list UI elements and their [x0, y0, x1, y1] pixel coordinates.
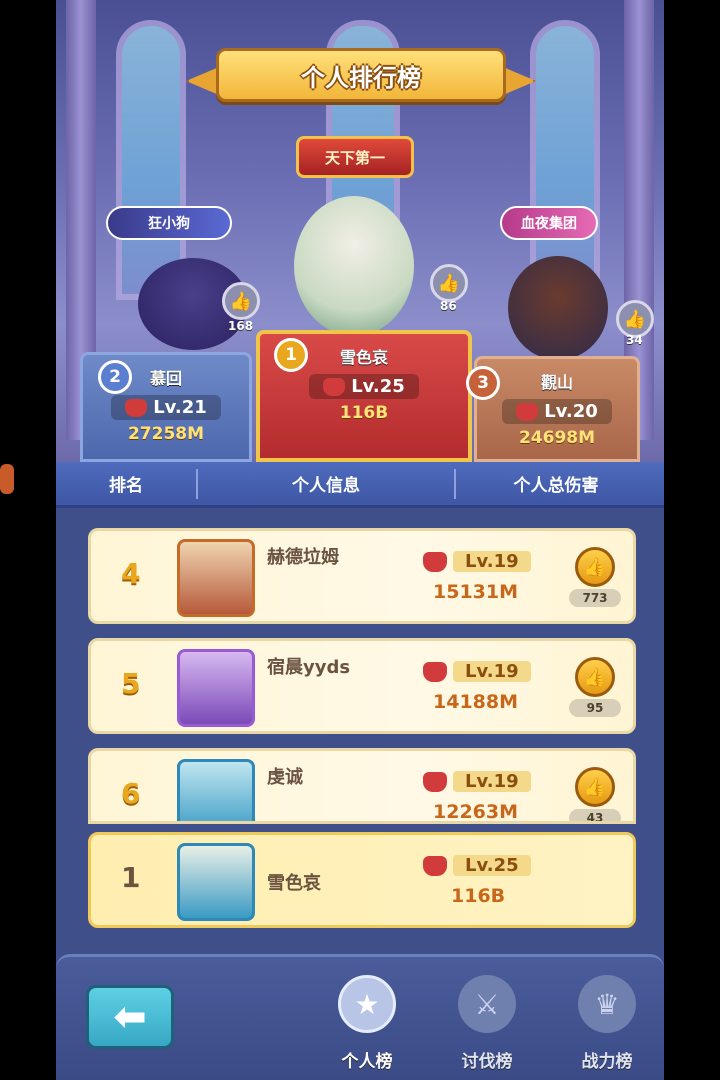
rank-badge: 1: [274, 338, 308, 372]
like-count: 34: [626, 333, 643, 347]
tab-label: 讨伐榜: [461, 1052, 513, 1072]
player-name: 雪色哀: [267, 873, 321, 894]
rank1-character[interactable]: [294, 196, 414, 336]
podium-hall: 个人排行榜 天下第一 狂小狗 血夜集团 👍 168 👍 86 👍 34 慕回 L…: [56, 0, 664, 462]
rank-number: 1: [121, 861, 141, 894]
rank-badge: 3: [466, 366, 500, 400]
guild-tag: 狂小狗: [106, 206, 232, 240]
damage-value: 116B: [451, 885, 506, 907]
skull-icon: [516, 402, 539, 421]
rank-number: 4: [121, 557, 141, 590]
like-count: 86: [440, 299, 457, 313]
column-damage: 个人总伤害: [513, 476, 599, 496]
shield-crown-icon: ♛: [578, 975, 636, 1033]
rank-number: 5: [121, 667, 141, 700]
skull-icon: [423, 855, 447, 876]
level-box: Lv.25: [309, 374, 419, 399]
level-box: Lv.19: [423, 661, 531, 682]
damage-value: 24698M: [518, 428, 596, 448]
champion-badge: 天下第一: [296, 136, 414, 178]
level-box: Lv.19: [423, 551, 531, 572]
ranking-row[interactable]: 5 宿晨yyds Lv.19 14188M 👍 95: [88, 638, 636, 734]
rank-badge: 2: [98, 360, 132, 394]
tab-personal-rank[interactable]: ★ 个人榜: [322, 975, 412, 1075]
tab-label: 个人榜: [341, 1052, 393, 1072]
like-icon[interactable]: 👍: [430, 264, 468, 302]
arrow-left-icon[interactable]: ⬅: [86, 985, 174, 1049]
damage-value: 14188M: [433, 691, 519, 713]
player-name: 雪色哀: [339, 348, 388, 367]
player-avatar[interactable]: [177, 759, 255, 821]
ranking-list[interactable]: 4 赫德垃姆 Lv.19 15131M 👍 773 5 宿晨yyds Lv.19…: [88, 528, 636, 942]
like-icon[interactable]: 👍: [222, 282, 260, 320]
side-event-icon[interactable]: [0, 464, 14, 494]
column-info: 个人信息: [292, 476, 360, 496]
level-box: Lv.19: [423, 771, 531, 792]
thumbs-up-icon[interactable]: 👍: [575, 767, 615, 807]
crossed-swords-icon: ⚔: [458, 975, 516, 1033]
guild-tag: 血夜集团: [500, 206, 598, 240]
ranking-row[interactable]: 6 虔诚 Lv.19 12263M 👍 43: [88, 748, 636, 824]
like-count: 95: [569, 699, 621, 717]
thumbs-up-icon[interactable]: 👍: [575, 547, 615, 587]
player-name: 宿晨yyds: [267, 657, 351, 678]
player-name: 虔诚: [267, 767, 303, 788]
player-avatar[interactable]: [177, 843, 255, 921]
damage-value: 116B: [339, 403, 389, 423]
podium-rank3[interactable]: 觀山 Lv.20 24698M: [474, 356, 640, 462]
level-box: Lv.25: [423, 855, 531, 876]
player-name: 慕回: [149, 369, 182, 388]
window: [116, 20, 186, 300]
skull-icon: [423, 551, 447, 572]
skull-icon: [423, 771, 447, 792]
leaderboard-screen: 个人排行榜 天下第一 狂小狗 血夜集团 👍 168 👍 86 👍 34 慕回 L…: [56, 0, 664, 1080]
column-rank: 排名: [109, 476, 143, 496]
thumbs-up-icon[interactable]: 👍: [575, 657, 615, 697]
level-box: Lv.20: [502, 399, 612, 424]
skull-icon: [423, 661, 447, 682]
column-header: 排名 个人信息 个人总伤害: [56, 462, 664, 508]
tab-label: 战力榜: [581, 1052, 633, 1072]
player-avatar[interactable]: [177, 539, 255, 617]
ranking-row[interactable]: 4 赫德垃姆 Lv.19 15131M 👍 773: [88, 528, 636, 624]
player-name: 赫德垃姆: [267, 547, 339, 568]
tab-power-rank[interactable]: ♛ 战力榜: [562, 975, 652, 1075]
player-name: 觀山: [540, 373, 573, 392]
my-ranking-row[interactable]: 1 雪色哀 Lv.25 116B: [88, 832, 636, 928]
like-count: 773: [569, 589, 621, 607]
rank-number: 6: [121, 777, 141, 810]
bottom-nav: ⬅ ★ 个人榜 ⚔ 讨伐榜 ♛ 战力榜: [56, 954, 664, 1080]
like-count: 168: [228, 319, 254, 333]
like-count: 43: [569, 809, 621, 821]
page-title: 个人排行榜: [216, 48, 506, 102]
skull-icon: [125, 398, 148, 417]
damage-value: 12263M: [433, 801, 519, 823]
damage-value: 27258M: [127, 424, 205, 444]
level-box: Lv.21: [111, 395, 221, 420]
player-avatar[interactable]: [177, 649, 255, 727]
medal-icon: ★: [338, 975, 396, 1033]
rank3-character[interactable]: [508, 256, 608, 360]
tab-raid-rank[interactable]: ⚔ 讨伐榜: [442, 975, 532, 1075]
skull-icon: [323, 377, 346, 396]
damage-value: 15131M: [433, 581, 519, 603]
